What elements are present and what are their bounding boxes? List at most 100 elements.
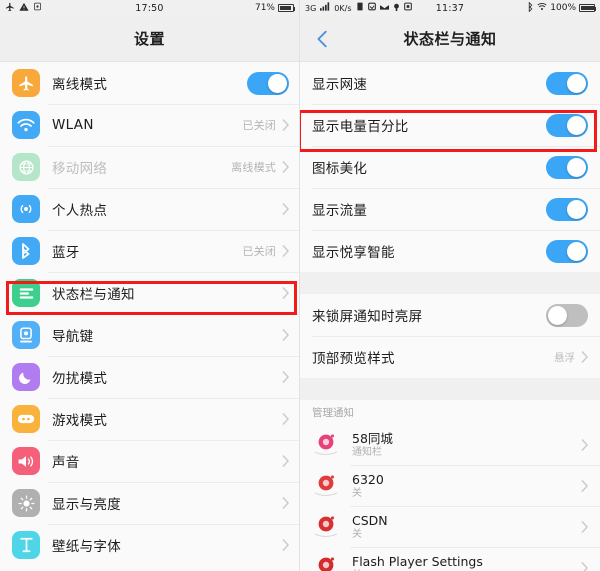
- chevron-right-icon: [282, 455, 289, 467]
- statusbar-option-row-1[interactable]: 显示网速: [300, 62, 600, 104]
- settings-row-label: 壁纸与字体: [52, 539, 121, 555]
- statusbar-option-row-label: 图标美化: [312, 161, 368, 177]
- settings-row-9[interactable]: 游戏模式: [0, 398, 299, 440]
- settings-row-label: 离线模式: [52, 77, 108, 93]
- statusbar-option-toggle-5[interactable]: [546, 239, 588, 263]
- notification-app-row-2[interactable]: 6320 关: [300, 465, 600, 506]
- statusbar-notification-panel: 3G 0K/s 11:37 100% 状态栏与通知 显示网速 显示电量百分比 图…: [300, 0, 600, 571]
- settings-row-11[interactable]: 显示与亮度: [0, 482, 299, 524]
- left-nav-bar: 设置: [0, 16, 299, 62]
- chevron-right-icon: [282, 119, 289, 131]
- settings-row-label: 声音: [52, 455, 80, 471]
- statusbar-option-toggle-2[interactable]: [546, 113, 588, 137]
- settings-row-4[interactable]: 个人热点: [0, 188, 299, 230]
- chevron-right-icon: [581, 520, 588, 533]
- settings-row-5[interactable]: 蓝牙 已关闭: [0, 230, 299, 272]
- app-icon: [312, 430, 342, 460]
- game-icon: [12, 405, 40, 433]
- toggle-knob: [567, 199, 586, 219]
- settings-row-7[interactable]: 导航键: [0, 314, 299, 356]
- statusbar-option-toggle-1[interactable]: [546, 71, 588, 95]
- app-name: 6320: [352, 471, 384, 487]
- chevron-right-icon: [581, 351, 588, 363]
- section-divider-2: [300, 378, 600, 400]
- statusbar-option-row-2[interactable]: 显示电量百分比: [300, 104, 600, 146]
- speaker-icon: [12, 447, 40, 475]
- chevron-right-icon: [282, 413, 289, 425]
- right-status-bar: 3G 0K/s 11:37 100%: [300, 0, 600, 16]
- globe-icon: [12, 153, 40, 181]
- statusbar-option-row-label: 显示网速: [312, 77, 368, 93]
- left-battery-percent: 71%: [254, 3, 275, 13]
- dual-screenshot: 17:50 71% 设置 离线模式 WLAN 已关闭 移动网络 离线模式 个人热点 蓝牙 已关…: [0, 0, 600, 571]
- settings-row-10[interactable]: 声音: [0, 440, 299, 482]
- settings-row-label: 勿扰模式: [52, 371, 108, 387]
- chevron-right-icon: [282, 497, 289, 509]
- notification-option-toggle-1[interactable]: [546, 303, 588, 327]
- app-text: Flash Player Settings关: [352, 554, 581, 571]
- statusbar-option-row-3[interactable]: 图标美化: [300, 146, 600, 188]
- font-icon: [12, 531, 40, 559]
- settings-row-1[interactable]: 离线模式: [0, 62, 299, 104]
- bluetooth-icon: [12, 237, 40, 265]
- app-status: 通知栏: [352, 446, 382, 458]
- notification-option-row-label: 来锁屏通知时亮屏: [312, 309, 423, 325]
- statusbar-option-row-5[interactable]: 显示悦享智能: [300, 230, 600, 272]
- brightness-icon: [12, 489, 40, 517]
- settings-row-label: WLAN: [52, 117, 94, 133]
- toggle-knob: [567, 241, 586, 261]
- statusbar-option-toggle-3[interactable]: [546, 155, 588, 179]
- right-battery-area: 100%: [527, 1, 596, 15]
- notification-app-row-4[interactable]: Flash Player Settings关: [300, 547, 600, 571]
- hotspot-icon: [12, 195, 40, 223]
- settings-row-label: 游戏模式: [52, 413, 108, 429]
- back-chevron-icon[interactable]: [312, 28, 334, 50]
- right-battery-percent: 100%: [550, 3, 576, 13]
- settings-row-label: 显示与亮度: [52, 497, 121, 513]
- settings-list: 离线模式 WLAN 已关闭 移动网络 离线模式 个人热点 蓝牙 已关闭 状态栏与通知 导航键 勿扰模…: [0, 62, 299, 566]
- battery-icon: [579, 4, 596, 12]
- settings-row-value: 离线模式: [231, 161, 276, 174]
- settings-row-6[interactable]: 状态栏与通知: [0, 272, 299, 314]
- chevron-right-icon: [282, 329, 289, 341]
- left-battery-area: 71%: [254, 3, 295, 13]
- toggle-knob: [268, 73, 287, 93]
- settings-row-12[interactable]: 壁纸与字体: [0, 524, 299, 566]
- statusbar-icon: [12, 279, 40, 307]
- notification-option-row-value: 悬浮: [554, 351, 575, 364]
- statusbar-option-row-4[interactable]: 显示流量: [300, 188, 600, 230]
- chevron-right-icon: [282, 161, 289, 173]
- wifi-icon: [537, 2, 547, 14]
- left-status-bar: 17:50 71%: [0, 0, 299, 16]
- notification-app-list: 58同城通知栏6320关CSDN关Flash Player Settings关: [300, 424, 600, 571]
- settings-row-8[interactable]: 勿扰模式: [0, 356, 299, 398]
- notification-option-row-1[interactable]: 来锁屏通知时亮屏: [300, 294, 600, 336]
- app-status: 关: [352, 528, 362, 540]
- page-title: 设置: [133, 30, 165, 48]
- app-icon: [312, 553, 342, 571]
- wifi-icon: [12, 111, 40, 139]
- notification-app-row-1[interactable]: 58同城 通知栏: [300, 424, 600, 465]
- settings-row-label: 移动网络: [52, 161, 108, 177]
- settings-panel: 17:50 71% 设置 离线模式 WLAN 已关闭 移动网络 离线模式 个人热点 蓝牙 已关…: [0, 0, 300, 571]
- chevron-right-icon: [282, 245, 289, 257]
- notification-option-row-2[interactable]: 顶部预览样式 悬浮: [300, 336, 600, 378]
- toggle-1[interactable]: [247, 71, 289, 95]
- settings-row-label: 导航键: [52, 329, 94, 345]
- notification-app-row-3[interactable]: CSDN 关: [300, 506, 600, 547]
- app-name: 58同城: [352, 430, 393, 446]
- app-name: CSDN: [352, 512, 388, 528]
- settings-row-3[interactable]: 移动网络 离线模式: [0, 146, 299, 188]
- app-text: CSDN 关: [352, 513, 581, 541]
- battery-icon: [278, 4, 295, 12]
- app-name: Flash Player Settings: [352, 553, 483, 569]
- chevron-right-icon: [581, 561, 588, 571]
- settings-row-label: 蓝牙: [52, 245, 80, 261]
- settings-row-value: 已关闭: [242, 119, 276, 132]
- toggle-knob: [567, 115, 586, 135]
- statusbar-option-toggle-4[interactable]: [546, 197, 588, 221]
- app-icon: [312, 512, 342, 542]
- settings-row-2[interactable]: WLAN 已关闭: [0, 104, 299, 146]
- statusbar-option-row-label: 显示流量: [312, 203, 368, 219]
- chevron-right-icon: [282, 203, 289, 215]
